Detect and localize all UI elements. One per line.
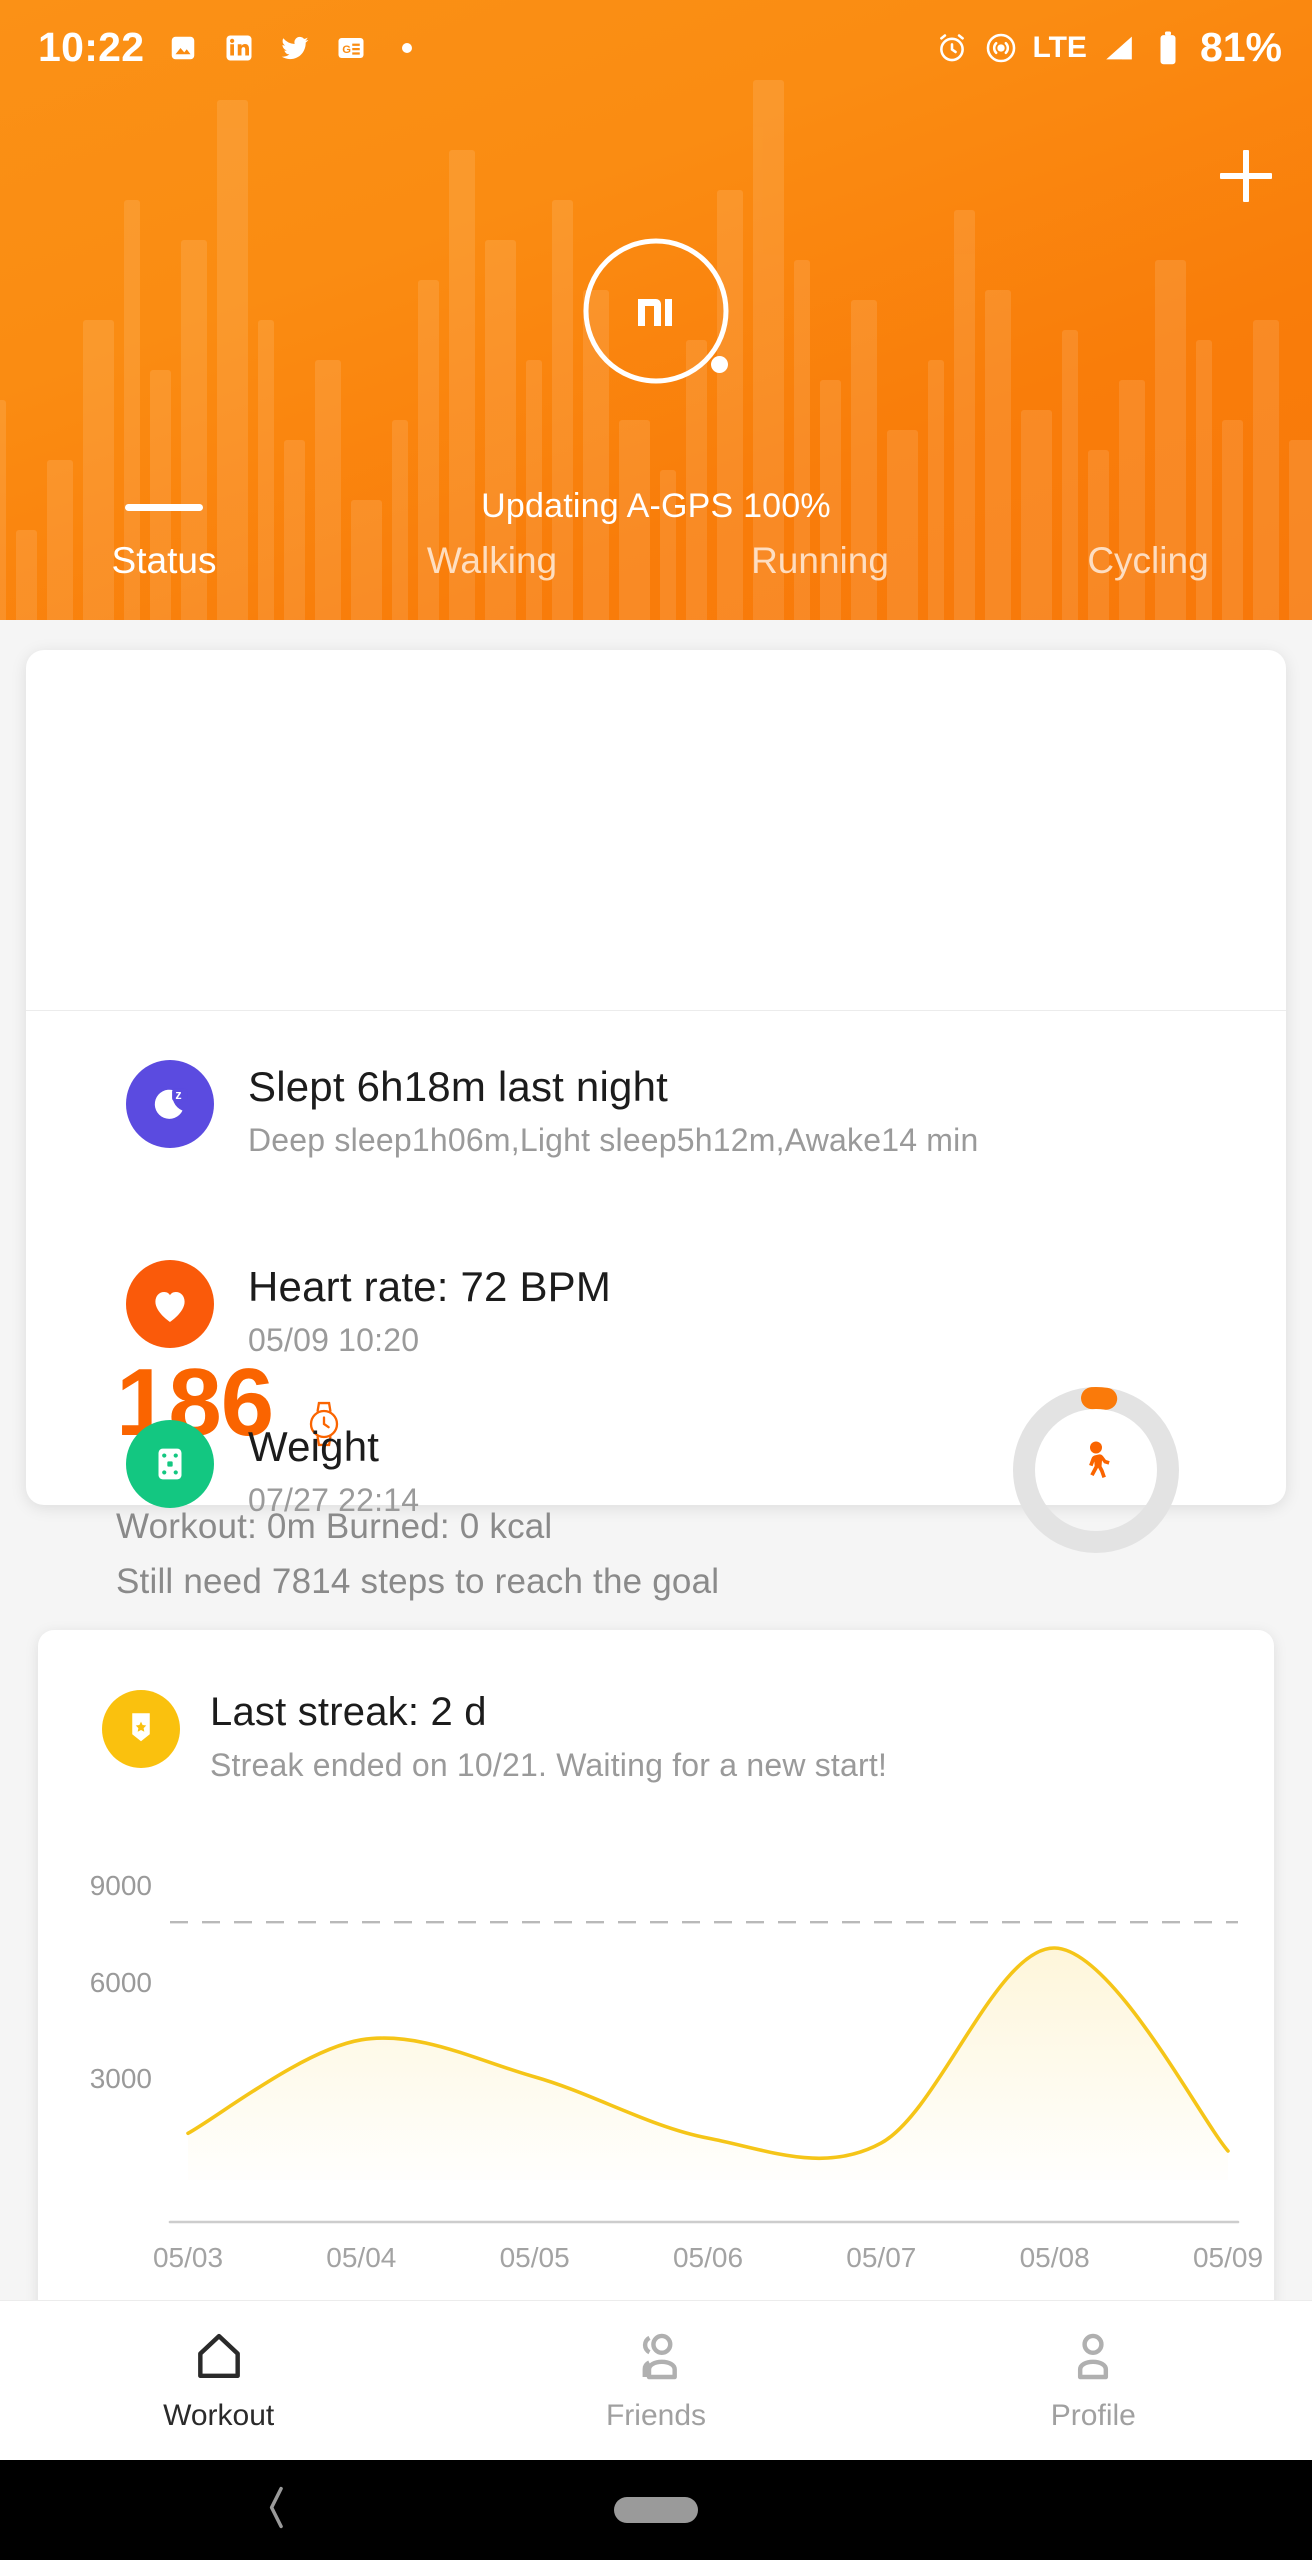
chart-area-fill (188, 1948, 1228, 2180)
nav-item-friends[interactable]: Friends (437, 2301, 874, 2460)
heart-icon (126, 1260, 214, 1348)
chart-x-tick-label: 05/07 (816, 2242, 946, 2274)
weight-subtitle: 07/27 22:14 (248, 1482, 419, 1519)
weight-title: Weight (248, 1422, 419, 1472)
person-icon (1065, 2328, 1121, 2389)
tab-status[interactable]: Status (0, 540, 328, 620)
card-divider (26, 1010, 1286, 1011)
sleep-title: Slept 6h18m last night (248, 1062, 978, 1112)
nav-item-workout[interactable]: Workout (0, 2301, 437, 2460)
streak-card[interactable]: Last streak: 2 d Streak ended on 10/21. … (38, 1630, 1274, 2360)
chart-x-tick-label: 05/09 (1163, 2242, 1274, 2274)
chart-x-tick-label: 05/06 (643, 2242, 773, 2274)
battery-icon (1151, 31, 1185, 65)
photos-icon (166, 31, 200, 65)
system-status-bar: 10:22 G (0, 0, 1312, 95)
tab-label: Cycling (1087, 540, 1208, 582)
google-news-icon: G (334, 31, 368, 65)
chart-x-tick-label: 05/05 (470, 2242, 600, 2274)
streak-header: Last streak: 2 d Streak ended on 10/21. … (102, 1690, 887, 1784)
nav-item-label: Friends (606, 2399, 706, 2433)
status-bar-clock: 10:22 (38, 24, 144, 71)
metric-row-heart-rate[interactable]: Heart rate: 72 BPM 05/09 10:20 (0, 1260, 1312, 1359)
tab-walking[interactable]: Walking (328, 540, 656, 620)
hotspot-icon (984, 31, 1018, 65)
bottom-navigation[interactable]: Workout Friends Profile (0, 2300, 1312, 2460)
heart-rate-title: Heart rate: 72 BPM (248, 1262, 611, 1312)
scale-icon (126, 1420, 214, 1508)
alarm-icon (935, 31, 969, 65)
signal-bars-icon (1102, 31, 1136, 65)
metric-row-weight[interactable]: Weight 07/27 22:14 (0, 1420, 1312, 1519)
home-pill-indicator[interactable] (614, 2497, 698, 2523)
mi-logo-icon (580, 235, 732, 387)
battery-percent-label: 81% (1200, 24, 1282, 71)
chart-y-tick-label: 9000 (38, 1870, 152, 1902)
plus-icon (1215, 145, 1277, 207)
home-icon (191, 2328, 247, 2389)
heart-rate-subtitle: 05/09 10:20 (248, 1322, 611, 1359)
tab-cycling[interactable]: Cycling (984, 540, 1312, 620)
tab-label: Walking (427, 540, 557, 582)
medal-badge-icon (102, 1690, 180, 1768)
steps-history-chart[interactable]: 3000 6000 9000 05/03 05/04 05/05 05/06 05/07 05… (38, 1860, 1274, 2280)
metric-row-sleep[interactable]: z Slept 6h18m last night Deep sleep1h06m… (0, 1060, 1312, 1159)
moon-sleep-icon: z (126, 1060, 214, 1148)
back-chevron-icon[interactable] (260, 2481, 294, 2540)
chart-x-tick-label: 05/08 (990, 2242, 1120, 2274)
nav-item-profile[interactable]: Profile (875, 2301, 1312, 2460)
chart-y-tick-label: 3000 (38, 2063, 152, 2095)
svg-text:G: G (343, 44, 352, 56)
chart-x-tick-label: 05/04 (296, 2242, 426, 2274)
sleep-subtitle: Deep sleep1h06m,Light sleep5h12m,Awake14… (248, 1122, 978, 1159)
goal-remaining-text: Still need 7814 steps to reach the goal (116, 1562, 719, 1602)
mi-logo-block (0, 235, 1312, 387)
nav-item-label: Workout (163, 2399, 274, 2433)
dot-icon (390, 31, 424, 65)
android-system-navigation[interactable] (0, 2460, 1312, 2560)
chart-x-tick-label: 05/03 (123, 2242, 253, 2274)
tab-label: Status (112, 540, 217, 582)
streak-title: Last streak: 2 d (210, 1690, 887, 1735)
friends-icon (628, 2328, 684, 2389)
chart-y-tick-label: 6000 (38, 1967, 152, 1999)
twitter-icon (278, 31, 312, 65)
linkedin-icon (222, 31, 256, 65)
network-type-label: LTE (1033, 31, 1087, 65)
add-device-button[interactable] (1210, 140, 1282, 212)
nav-item-label: Profile (1051, 2399, 1136, 2433)
header-tabs[interactable]: Status Walking Running Cycling (0, 540, 1312, 620)
tab-running[interactable]: Running (656, 540, 984, 620)
phone-screen: 10:22 G (0, 0, 1312, 2560)
mi-logo-dot (711, 356, 728, 373)
app-header: 10:22 G (0, 0, 1312, 620)
tab-active-underline (125, 504, 203, 511)
streak-subtitle: Streak ended on 10/21. Waiting for a new… (210, 1747, 887, 1784)
steps-summary-row[interactable]: 186 Workout: 0m Burned: 0 kcal Still nee… (0, 650, 1312, 945)
svg-text:z: z (175, 1088, 181, 1102)
tab-label: Running (751, 540, 889, 582)
mi-logo-ring (580, 235, 732, 387)
